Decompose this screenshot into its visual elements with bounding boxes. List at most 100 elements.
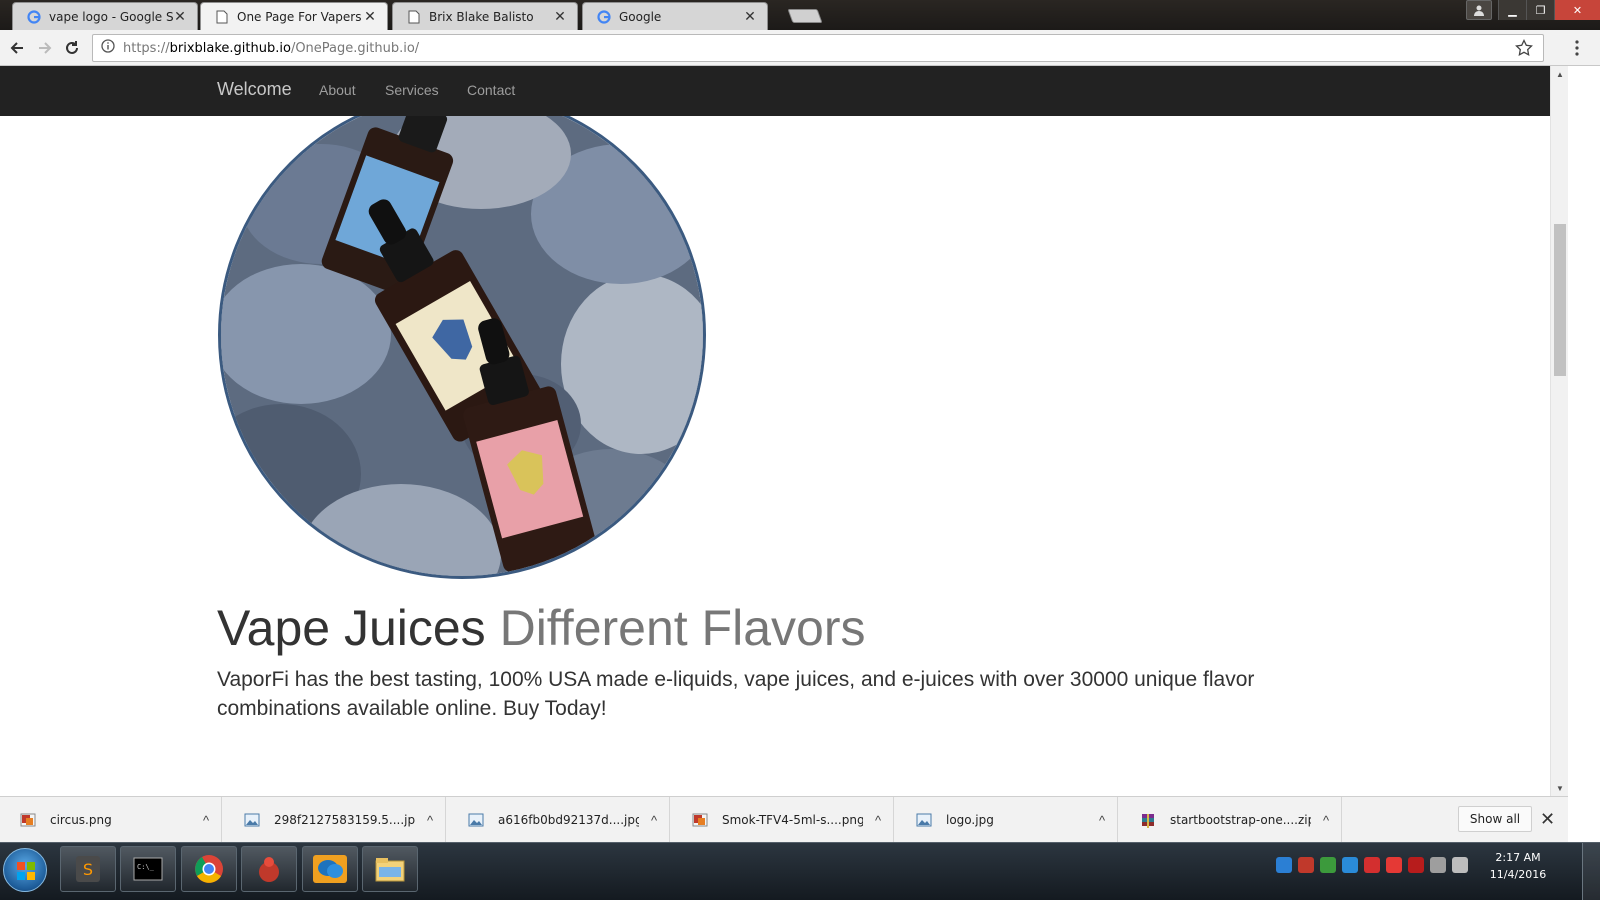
page-scrollbar[interactable]: ▲ ▼ bbox=[1550, 66, 1568, 796]
download-filename: Smok-TFV4-5ml-s....png bbox=[722, 813, 863, 827]
chevron-up-icon[interactable]: ^ bbox=[1087, 813, 1117, 828]
download-item[interactable]: startbootstrap-one....zip ^ bbox=[1120, 797, 1342, 843]
back-arrow-icon[interactable] bbox=[6, 37, 28, 59]
close-tab-icon[interactable]: ✕ bbox=[743, 9, 757, 25]
download-item[interactable]: 298f2127583159.5....jpg ^ bbox=[224, 797, 446, 843]
chevron-up-icon[interactable]: ^ bbox=[191, 813, 221, 828]
clock-date: 11/4/2016 bbox=[1489, 868, 1547, 881]
command-prompt-icon[interactable]: C:\_ bbox=[120, 846, 176, 892]
nav-link-about[interactable]: About bbox=[319, 82, 356, 98]
nav-link-contact[interactable]: Contact bbox=[467, 82, 515, 98]
scroll-up-arrow-icon[interactable]: ▲ bbox=[1551, 66, 1569, 82]
taskbar-clock[interactable]: 2:17 AM 11/4/2016 bbox=[1486, 849, 1550, 883]
jpg-file-icon bbox=[916, 813, 932, 827]
scrollbar-thumb[interactable] bbox=[1554, 224, 1566, 376]
download-item[interactable]: logo.jpg ^ bbox=[896, 797, 1118, 843]
browser-toolbar: https://brixblake.github.io/OnePage.gith… bbox=[0, 30, 1600, 66]
nav-link-services[interactable]: Services bbox=[385, 82, 439, 98]
download-item[interactable]: Smok-TFV4-5ml-s....png ^ bbox=[672, 797, 894, 843]
heading-muted: Different Flavors bbox=[499, 600, 866, 656]
download-filename: logo.jpg bbox=[946, 813, 994, 827]
chevron-up-icon[interactable]: ^ bbox=[863, 813, 893, 828]
chevron-up-icon[interactable]: ^ bbox=[415, 813, 445, 828]
minimize-icon[interactable]: ▁ bbox=[1498, 0, 1526, 20]
site-navbar: Welcome About Services Contact bbox=[0, 66, 1568, 116]
show-desktop-button[interactable] bbox=[1582, 843, 1600, 900]
tray-app-icon[interactable] bbox=[1386, 857, 1402, 873]
navbar-brand-link[interactable]: Welcome bbox=[217, 79, 292, 100]
jpg-file-icon bbox=[244, 813, 260, 827]
bookmark-star-icon[interactable] bbox=[1515, 38, 1533, 62]
volume-icon[interactable] bbox=[1452, 857, 1468, 873]
close-tab-icon[interactable]: ✕ bbox=[553, 9, 567, 25]
tray-app-icon[interactable] bbox=[1298, 857, 1314, 873]
restore-icon[interactable]: ❐ bbox=[1526, 0, 1554, 20]
url-path: /OnePage.github.io/ bbox=[290, 40, 420, 56]
tab-brix-blake-balisto[interactable]: Brix Blake Balisto ✕ bbox=[392, 2, 578, 30]
url-text: https://brixblake.github.io/OnePage.gith… bbox=[123, 41, 419, 56]
sublime-text-icon[interactable]: S bbox=[60, 846, 116, 892]
tab-title: One Page For Vapers bbox=[237, 10, 362, 24]
show-all-downloads-button[interactable]: Show all bbox=[1458, 806, 1532, 832]
jpg-file-icon bbox=[468, 813, 484, 827]
tray-app-icon[interactable] bbox=[1320, 857, 1336, 873]
zip-file-icon bbox=[1140, 813, 1156, 828]
action-center-flag-icon[interactable] bbox=[1408, 857, 1424, 873]
app-red-icon[interactable] bbox=[241, 846, 297, 892]
featurette-heading: Vape Juices Different Flavors bbox=[217, 598, 865, 658]
tab-title: Google bbox=[619, 9, 662, 24]
url-host: brixblake.github.io bbox=[169, 40, 291, 56]
download-filename: a616fb0bd92137d....jpg bbox=[498, 813, 639, 827]
download-item[interactable]: circus.png ^ bbox=[0, 797, 222, 843]
messenger-icon[interactable] bbox=[302, 846, 358, 892]
close-shelf-icon[interactable]: ✕ bbox=[1540, 809, 1555, 830]
tab-one-page-for-vapers[interactable]: One Page For Vapers ✕ bbox=[200, 2, 388, 30]
window-controls: ▁ ❐ ✕ bbox=[1466, 0, 1600, 20]
url-scheme: https:// bbox=[123, 40, 170, 56]
address-bar[interactable]: https://brixblake.github.io/OnePage.gith… bbox=[92, 34, 1544, 62]
tray-shield-icon[interactable] bbox=[1364, 857, 1380, 873]
new-tab-button[interactable] bbox=[787, 9, 823, 23]
chevron-up-icon[interactable]: ^ bbox=[1311, 813, 1341, 828]
page-icon bbox=[215, 10, 229, 24]
google-icon bbox=[27, 9, 41, 24]
tab-google[interactable]: Google ✕ bbox=[582, 2, 768, 30]
chevron-up-icon[interactable]: ^ bbox=[639, 813, 669, 828]
page-icon bbox=[407, 10, 421, 24]
reload-icon[interactable] bbox=[61, 37, 83, 59]
close-window-icon[interactable]: ✕ bbox=[1554, 0, 1600, 20]
download-shelf: circus.png ^ 298f2127583159.5....jpg ^ a… bbox=[0, 796, 1568, 843]
vape-juice-bottles-image bbox=[218, 91, 706, 579]
download-filename: startbootstrap-one....zip bbox=[1170, 813, 1311, 827]
download-filename: circus.png bbox=[50, 813, 112, 827]
svg-text:C:\_: C:\_ bbox=[137, 863, 155, 871]
windows-start-button[interactable] bbox=[3, 848, 47, 892]
forward-arrow-icon[interactable] bbox=[34, 37, 56, 59]
scroll-down-arrow-icon[interactable]: ▼ bbox=[1551, 780, 1569, 796]
close-tab-icon[interactable]: ✕ bbox=[173, 9, 187, 25]
lead-paragraph: VaporFi has the best tasting, 100% USA m… bbox=[217, 668, 1255, 720]
tab-strip: vape logo - Google Sear ✕ One Page For V… bbox=[0, 0, 1600, 30]
info-icon[interactable] bbox=[101, 38, 115, 58]
tab-vape-logo-search[interactable]: vape logo - Google Sear ✕ bbox=[12, 2, 198, 30]
system-tray bbox=[1276, 857, 1468, 873]
tab-title: Brix Blake Balisto bbox=[429, 9, 534, 24]
png-file-icon bbox=[20, 813, 36, 827]
user-profile-icon[interactable] bbox=[1466, 0, 1492, 20]
network-icon[interactable] bbox=[1430, 857, 1446, 873]
page-viewport: Welcome About Services Contact Vape Juic… bbox=[0, 66, 1568, 796]
chrome-menu-icon[interactable] bbox=[1574, 40, 1580, 61]
svg-text:S: S bbox=[83, 860, 93, 879]
windows-taskbar: S C:\_ 2:17 AM 11/4/2016 bbox=[0, 842, 1600, 900]
download-filename: 298f2127583159.5....jpg bbox=[274, 813, 415, 827]
tray-app-icon[interactable] bbox=[1276, 857, 1292, 873]
tab-title: vape logo - Google Sear bbox=[49, 9, 173, 24]
close-tab-icon[interactable]: ✕ bbox=[363, 9, 377, 25]
chrome-icon[interactable] bbox=[181, 846, 237, 892]
tray-app-icon[interactable] bbox=[1342, 857, 1358, 873]
download-item[interactable]: a616fb0bd92137d....jpg ^ bbox=[448, 797, 670, 843]
clock-time: 2:17 AM bbox=[1495, 851, 1541, 864]
heading-main: Vape Juices bbox=[217, 600, 486, 656]
png-file-icon bbox=[692, 813, 708, 827]
file-explorer-icon[interactable] bbox=[362, 846, 418, 892]
